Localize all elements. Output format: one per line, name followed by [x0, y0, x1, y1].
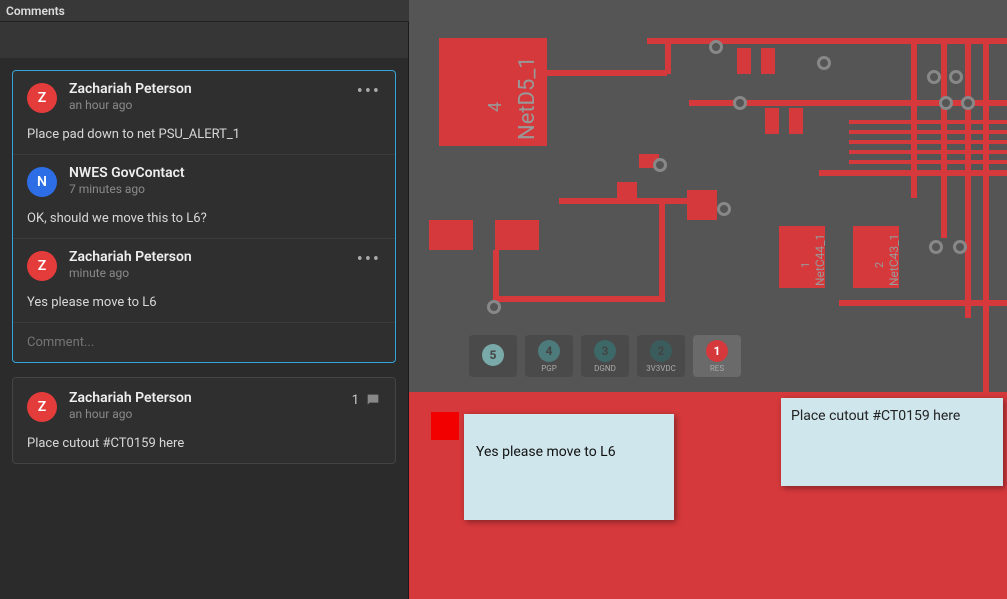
comment-time: an hour ago — [69, 407, 192, 421]
comment-thread[interactable]: Z Zachariah Peterson an hour ago 1 Place… — [12, 377, 396, 464]
via[interactable] — [949, 70, 963, 84]
trace — [493, 250, 499, 300]
net-label: NetC43_1 — [887, 234, 901, 286]
comment-thread[interactable]: Z Zachariah Peterson an hour ago ••• Pla… — [12, 70, 396, 363]
layer-bar: 5 4PGP 3DGND 23V3VDC 1RES — [469, 335, 741, 377]
trace — [665, 38, 671, 74]
trace — [849, 160, 1007, 164]
pad[interactable] — [495, 220, 539, 250]
pad[interactable] — [687, 190, 717, 220]
reply-count-badge: 1 — [352, 392, 381, 408]
comment-tooltip[interactable]: Yes please move to L6 — [464, 414, 674, 520]
comment-time: minute ago — [69, 266, 192, 280]
via[interactable] — [717, 202, 731, 216]
net-label-index: 4 — [485, 102, 506, 112]
comment-body: Place cutout #CT0159 here — [27, 436, 381, 451]
comments-panel: Z Zachariah Peterson an hour ago ••• Pla… — [0, 58, 408, 599]
pad[interactable] — [789, 108, 803, 134]
trace — [659, 198, 665, 298]
avatar: Z — [27, 392, 57, 422]
layer-button-1[interactable]: 1RES — [693, 335, 741, 377]
trace — [911, 38, 917, 198]
layer-button-4[interactable]: 4PGP — [525, 335, 573, 377]
comment-item: Z Zachariah Peterson minute ago ••• Yes … — [13, 238, 395, 322]
more-icon[interactable]: ••• — [357, 81, 381, 102]
net-label: NetD5_1 — [515, 56, 540, 140]
trace — [849, 130, 1007, 134]
pad[interactable] — [765, 108, 779, 134]
panel-title: Comments — [6, 4, 65, 18]
net-label: NetC44_1 — [813, 234, 827, 286]
layer-button-3[interactable]: 3DGND — [581, 335, 629, 377]
pcb-viewport[interactable]: NetD5_1 4 NetC44_1 1 NetC43_1 2 — [409, 0, 1007, 599]
reply-input[interactable] — [13, 323, 395, 362]
trace — [559, 198, 699, 204]
comment-author: Zachariah Peterson — [69, 390, 192, 406]
trace — [495, 296, 665, 302]
comment-author: NWES GovContact — [69, 165, 185, 181]
selection-marker — [431, 412, 459, 440]
via[interactable] — [709, 40, 723, 54]
comment-item: Z Zachariah Peterson an hour ago 1 Place… — [13, 378, 395, 463]
comment-item: N NWES GovContact 7 minutes ago OK, shou… — [13, 154, 395, 238]
via[interactable] — [929, 240, 943, 254]
via[interactable] — [927, 70, 941, 84]
comment-body: Place pad down to net PSU_ALERT_1 — [27, 127, 381, 142]
comment-time: an hour ago — [69, 98, 192, 112]
trace — [965, 38, 971, 318]
avatar: Z — [27, 251, 57, 281]
trace — [941, 38, 947, 238]
comment-time: 7 minutes ago — [69, 182, 185, 196]
layer-button-5[interactable]: 5 — [469, 335, 517, 377]
chat-icon — [365, 392, 381, 408]
avatar: Z — [27, 83, 57, 113]
reply-row — [13, 322, 395, 362]
via[interactable] — [817, 56, 831, 70]
via[interactable] — [733, 96, 747, 110]
pad[interactable] — [761, 48, 775, 74]
trace — [849, 140, 1007, 144]
comment-author: Zachariah Peterson — [69, 81, 192, 97]
via[interactable] — [961, 96, 975, 110]
trace — [647, 38, 1007, 44]
via[interactable] — [953, 240, 967, 254]
reply-count: 1 — [352, 393, 359, 408]
pad[interactable] — [429, 220, 473, 250]
layer-button-2[interactable]: 23V3VDC — [637, 335, 685, 377]
trace — [547, 70, 667, 76]
trace — [849, 120, 1007, 124]
via[interactable] — [653, 158, 667, 172]
comment-author: Zachariah Peterson — [69, 249, 192, 265]
via[interactable] — [939, 96, 953, 110]
comment-item: Z Zachariah Peterson an hour ago ••• Pla… — [13, 71, 395, 154]
net-label-index: 1 — [799, 262, 812, 268]
comment-body: OK, should we move this to L6? — [27, 211, 381, 226]
via[interactable] — [487, 300, 501, 314]
trace — [839, 300, 1007, 306]
comment-tooltip[interactable]: Place cutout #CT0159 here — [781, 398, 1003, 486]
more-icon[interactable]: ••• — [357, 249, 381, 270]
trace — [983, 38, 989, 398]
comment-body: Yes please move to L6 — [27, 295, 381, 310]
pad[interactable] — [737, 48, 751, 74]
avatar: N — [27, 167, 57, 197]
net-label-index: 2 — [873, 262, 886, 268]
trace — [849, 150, 1007, 154]
